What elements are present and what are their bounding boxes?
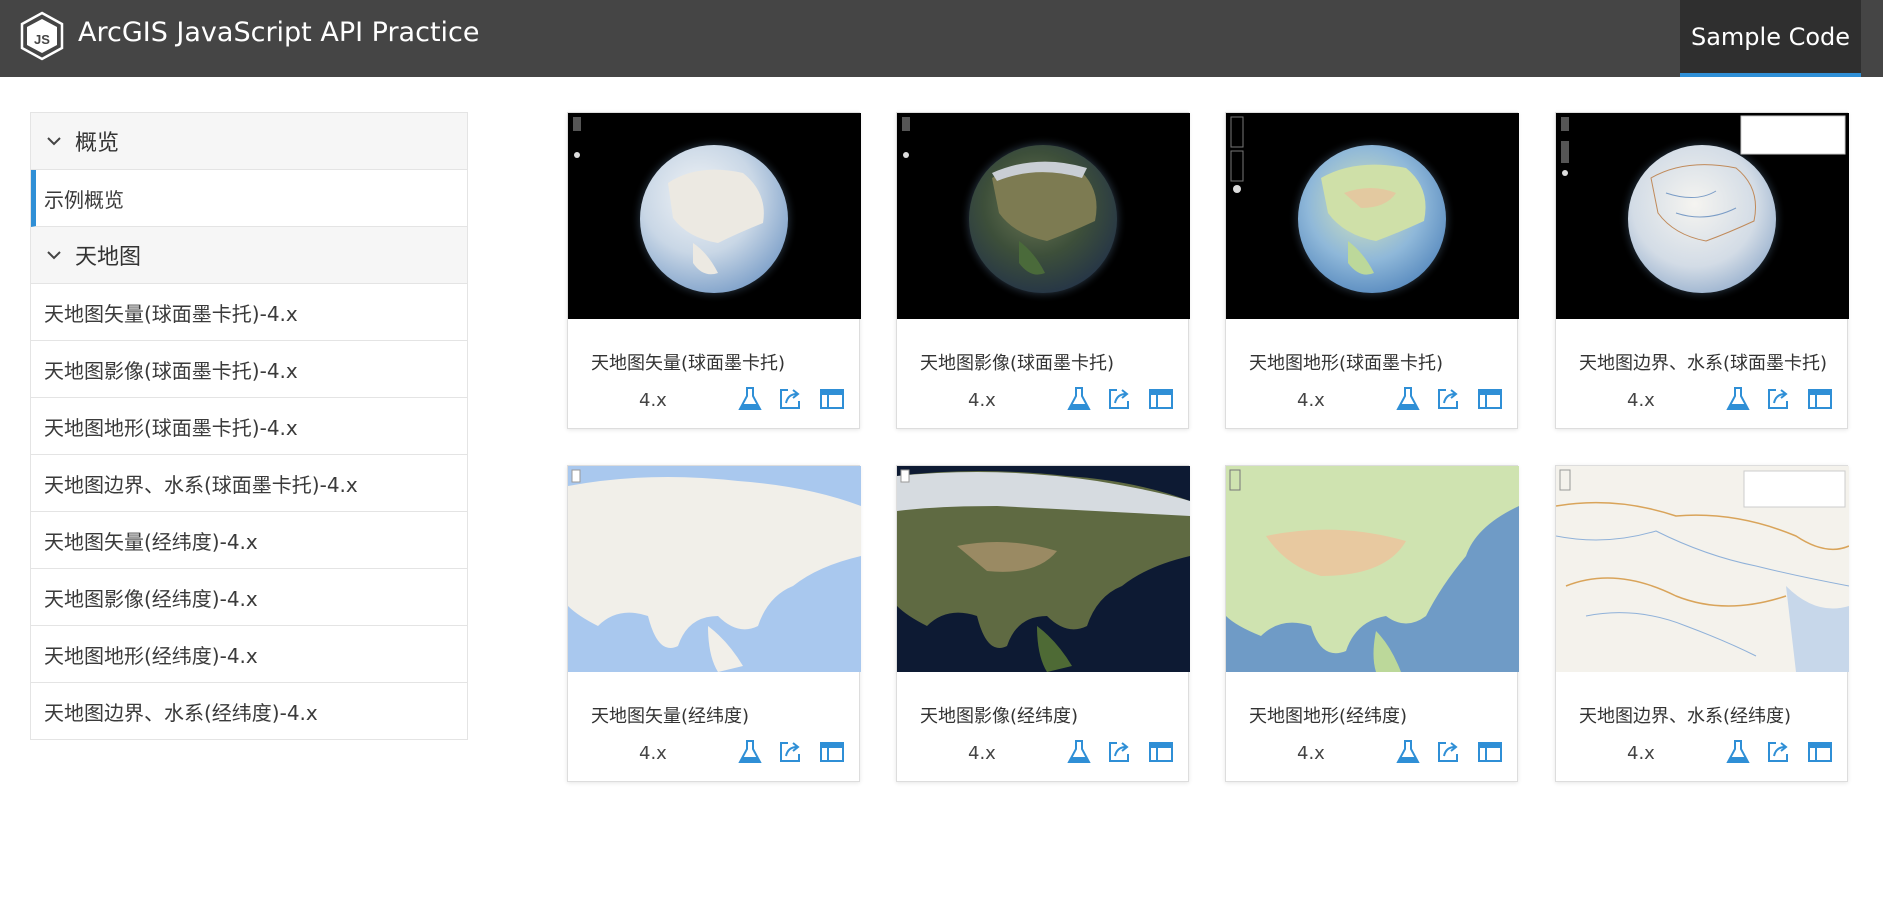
globe-thumbnail [568, 113, 861, 319]
card-version: 4.x [1627, 390, 1655, 411]
app-header: JS ArcGIS JavaScript API Practice Sample… [0, 0, 1883, 77]
card-version: 4.x [968, 743, 996, 764]
sidebar-item-overview[interactable]: 示例概览 [31, 170, 467, 227]
map-thumbnail [568, 466, 861, 672]
card-thumbnail[interactable] [568, 113, 861, 319]
sidebar-item-boundary-mercator[interactable]: 天地图边界、水系(球面墨卡托)-4.x [31, 455, 467, 512]
sample-card[interactable]: 天地图地形(经纬度) 4.x [1225, 465, 1519, 782]
nav-sample-code[interactable]: Sample Code [1680, 0, 1861, 77]
card-version: 4.x [1297, 743, 1325, 764]
share-icon[interactable] [776, 738, 804, 766]
card-thumbnail[interactable] [1226, 466, 1519, 672]
sidebar-group-tianditu[interactable]: 天地图 [31, 227, 467, 284]
map-thumbnail [1226, 466, 1519, 672]
sidebar-group-label: 概览 [75, 131, 120, 156]
card-title[interactable]: 天地图地形(球面墨卡托) [1249, 349, 1443, 375]
globe-thumbnail [1226, 113, 1519, 319]
card-title[interactable]: 天地图边界、水系(经纬度) [1579, 702, 1791, 728]
sample-card[interactable]: 天地图影像(经纬度) 4.x [896, 465, 1190, 782]
map-thumbnail [897, 466, 1190, 672]
flask-icon[interactable] [1065, 738, 1093, 766]
share-icon[interactable] [1764, 385, 1792, 413]
card-version: 4.x [1627, 743, 1655, 764]
sample-card[interactable]: 天地图边界、水系(经纬度) 4.x [1555, 465, 1849, 782]
card-version: 4.x [968, 390, 996, 411]
window-icon[interactable] [1476, 738, 1504, 766]
logo-text: JS [34, 32, 50, 47]
card-title[interactable]: 天地图影像(经纬度) [920, 702, 1078, 728]
sidebar-item-imagery-mercator[interactable]: 天地图影像(球面墨卡托)-4.x [31, 341, 467, 398]
share-icon[interactable] [1105, 738, 1133, 766]
window-icon[interactable] [818, 385, 846, 413]
flask-icon[interactable] [1394, 385, 1422, 413]
map-thumbnail [1556, 466, 1849, 672]
sidebar-item-terrain-mercator[interactable]: 天地图地形(球面墨卡托)-4.x [31, 398, 467, 455]
sidebar-item-boundary-latlon[interactable]: 天地图边界、水系(经纬度)-4.x [31, 683, 467, 740]
chevron-down-icon [47, 251, 61, 260]
sidebar-item-terrain-latlon[interactable]: 天地图地形(经纬度)-4.x [31, 626, 467, 683]
flask-icon[interactable] [1065, 385, 1093, 413]
window-icon[interactable] [1476, 385, 1504, 413]
card-thumbnail[interactable] [568, 466, 861, 672]
sample-card[interactable]: 天地图矢量(经纬度) 4.x [567, 465, 861, 782]
sidebar-group-overview[interactable]: 概览 [31, 113, 467, 170]
window-icon[interactable] [1806, 738, 1834, 766]
js-logo-icon[interactable]: JS [19, 11, 65, 61]
share-icon[interactable] [776, 385, 804, 413]
flask-icon[interactable] [1724, 385, 1752, 413]
window-icon[interactable] [1147, 385, 1175, 413]
sidebar-item-vector-latlon[interactable]: 天地图矢量(经纬度)-4.x [31, 512, 467, 569]
sample-card[interactable]: 天地图矢量(球面墨卡托) 4.x [567, 112, 861, 429]
sidebar-item-vector-mercator[interactable]: 天地图矢量(球面墨卡托)-4.x [31, 284, 467, 341]
card-version: 4.x [1297, 390, 1325, 411]
window-icon[interactable] [1806, 385, 1834, 413]
window-icon[interactable] [1147, 738, 1175, 766]
card-version: 4.x [639, 390, 667, 411]
card-thumbnail[interactable] [1226, 113, 1519, 319]
share-icon[interactable] [1764, 738, 1792, 766]
chevron-down-icon [47, 137, 61, 146]
app-title: ArcGIS JavaScript API Practice [78, 17, 480, 48]
share-icon[interactable] [1105, 385, 1133, 413]
flask-icon[interactable] [1394, 738, 1422, 766]
globe-thumbnail [897, 113, 1190, 319]
card-version: 4.x [639, 743, 667, 764]
sidebar-group-label: 天地图 [75, 245, 142, 270]
sidebar: 概览 示例概览 天地图 天地图矢量(球面墨卡托)-4.x 天地图影像(球面墨卡托… [30, 112, 468, 740]
card-thumbnail[interactable] [1556, 466, 1849, 672]
card-thumbnail[interactable] [897, 466, 1190, 672]
card-title[interactable]: 天地图矢量(经纬度) [591, 702, 749, 728]
card-title[interactable]: 天地图边界、水系(球面墨卡托) [1579, 349, 1827, 375]
share-icon[interactable] [1434, 385, 1462, 413]
flask-icon[interactable] [1724, 738, 1752, 766]
card-thumbnail[interactable] [1556, 113, 1849, 319]
sample-card[interactable]: 天地图边界、水系(球面墨卡托) 4.x [1555, 112, 1849, 429]
window-icon[interactable] [818, 738, 846, 766]
card-title[interactable]: 天地图影像(球面墨卡托) [920, 349, 1114, 375]
globe-thumbnail [1556, 113, 1849, 319]
card-title[interactable]: 天地图地形(经纬度) [1249, 702, 1407, 728]
sidebar-item-imagery-latlon[interactable]: 天地图影像(经纬度)-4.x [31, 569, 467, 626]
sample-card[interactable]: 天地图地形(球面墨卡托) 4.x [1225, 112, 1519, 429]
flask-icon[interactable] [736, 738, 764, 766]
flask-icon[interactable] [736, 385, 764, 413]
card-thumbnail[interactable] [897, 113, 1190, 319]
card-title[interactable]: 天地图矢量(球面墨卡托) [591, 349, 785, 375]
share-icon[interactable] [1434, 738, 1462, 766]
sample-card[interactable]: 天地图影像(球面墨卡托) 4.x [896, 112, 1190, 429]
